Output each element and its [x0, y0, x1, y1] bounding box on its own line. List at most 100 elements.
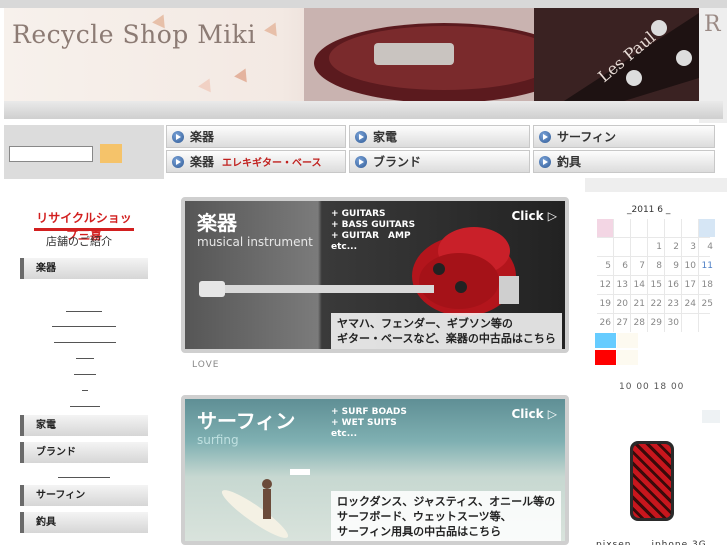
shop-intro-label: 店舗のご紹介: [46, 235, 112, 248]
nav-sub-label: エレキギター・ベース: [222, 158, 322, 169]
shop-logo-text: リサイクルショップ三喜: [34, 203, 134, 242]
calendar-day: 7: [631, 257, 647, 275]
calendar-day: 16: [665, 276, 681, 294]
calendar-day: 2: [665, 238, 681, 256]
guitar-header-image: Les Paul: [304, 8, 699, 101]
search-button[interactable]: [100, 144, 122, 163]
nav-brand[interactable]: ブランド: [349, 150, 530, 173]
banner-surfing[interactable]: サーフィン surfing + SURF BOADS + WET SUITS e…: [181, 395, 569, 545]
calendar-title: _2011 6 _: [627, 205, 671, 215]
play-circle-icon: ▷: [547, 407, 557, 421]
legend-label-box: [617, 333, 638, 348]
calendar-header: [665, 219, 681, 237]
nav-fishing[interactable]: 釣具: [533, 150, 715, 173]
calendar-day: 26: [597, 314, 613, 332]
maple-leaf-icon: [198, 75, 216, 93]
calendar-day: 17: [682, 276, 698, 294]
banner-musical-instrument[interactable]: 楽器 musical instrument + GUITARS + BASS G…: [181, 197, 569, 353]
banner-desc-line: サーフボード、ウェットスーツ等、: [337, 510, 512, 523]
banner-bullet: + GUITARS: [331, 209, 386, 219]
calendar-header: [648, 219, 664, 237]
sidebar-link-line[interactable]: [52, 326, 116, 327]
nav-surfing[interactable]: サーフィン: [533, 125, 715, 148]
banner-click-link[interactable]: Click ▷: [511, 407, 557, 421]
banner-bullet-list: + SURF BOADS + WET SUITS etc...: [331, 407, 407, 440]
product-caption[interactable]: pixsen iphone 3G: [596, 537, 707, 545]
calendar-day: [614, 238, 630, 256]
search-panel: [4, 125, 164, 179]
sidebar-item-brand[interactable]: ブランド: [20, 442, 148, 463]
calendar-header: [614, 219, 630, 237]
banner-description: ロックダンス、ジャスティス、オニール等の サーフボード、ウェットスーツ等、 サー…: [331, 491, 562, 541]
calendar-day: 15: [648, 276, 664, 294]
sidebar-link-line[interactable]: [66, 311, 102, 312]
shop-logo[interactable]: リサイクルショップ三喜 店舗のご紹介: [34, 203, 134, 253]
maple-leaf-icon: [264, 19, 282, 37]
nav-label: 楽器: [190, 130, 215, 144]
nav-label: ブランド: [373, 155, 422, 169]
calendar-day: 10: [682, 257, 698, 275]
calendar-day: 23: [665, 295, 681, 313]
sidebar-link-line[interactable]: [82, 390, 88, 391]
calendar-day: 6: [614, 257, 630, 275]
site-title[interactable]: Recycle Shop Miki: [12, 20, 256, 49]
right-header-strip: [585, 178, 727, 192]
nav-label: 釣具: [557, 155, 582, 169]
sidebar-item-gakki[interactable]: 楽器: [20, 258, 148, 279]
header-strip: [4, 101, 723, 119]
calendar-header: [631, 219, 647, 237]
sidebar-link-line[interactable]: [54, 342, 116, 343]
sidebar-item-fishing[interactable]: 釣具: [20, 512, 148, 533]
click-label: Click: [511, 407, 544, 421]
nav-gakki[interactable]: 楽器: [166, 125, 346, 148]
nav-label: サーフィン: [557, 130, 617, 144]
calendar-day: 29: [648, 314, 664, 332]
calendar-day: 20: [614, 295, 630, 313]
calendar-day: 14: [631, 276, 647, 294]
banner-bullet: + WET SUITS: [331, 418, 397, 428]
arrow-circle-icon: [539, 155, 551, 168]
love-text: LOVE: [192, 360, 220, 370]
calendar-day: [631, 238, 647, 256]
banner-bullet: + SURF BOADS: [331, 407, 407, 417]
arrow-circle-icon: [355, 155, 367, 168]
surfer-image: [221, 469, 310, 538]
iphone-case-image[interactable]: [630, 441, 674, 521]
arrow-circle-icon: [355, 130, 367, 143]
calendar-day: 11: [699, 257, 715, 275]
search-input[interactable]: [9, 146, 93, 162]
sidebar-item-surfing[interactable]: サーフィン: [20, 485, 148, 506]
sidebar-link-line[interactable]: [58, 477, 110, 478]
sidebar-link-line[interactable]: [76, 358, 94, 359]
calendar-day: 3: [682, 238, 698, 256]
maple-leaf-icon: [234, 65, 252, 83]
top-bar: [0, 0, 727, 8]
case-pattern: [633, 444, 671, 518]
calendar-grid: 1 2 3 4 5 6 7 8 9 10 11 12 13 14 15 16 17 18 19 20 21 22 23 24 2…: [597, 219, 715, 332]
sidebar-link-line[interactable]: [74, 374, 96, 375]
legend-label-box: [617, 350, 638, 365]
calendar-day: 12: [597, 276, 613, 294]
nav-electric-guitar[interactable]: 楽器 エレキギター・ベース: [166, 150, 346, 173]
sidebar-item-kaden[interactable]: 家電: [20, 415, 148, 436]
banner-desc-line: ヤマハ、フェンダー、ギブソン等の: [337, 317, 513, 330]
arrow-circle-icon: [172, 155, 184, 168]
banner-bullet: etc...: [331, 429, 357, 439]
calendar-day: 5: [597, 257, 613, 275]
legend-color-box: [595, 350, 616, 365]
arrow-circle-icon: [539, 130, 551, 143]
calendar-day: 18: [699, 276, 715, 294]
calendar-day: 24: [682, 295, 698, 313]
calendar-day: 21: [631, 295, 647, 313]
sidebar-link-line[interactable]: [70, 406, 100, 407]
banner-description: ヤマハ、フェンダー、ギブソン等の ギター・ベースなど、楽器の中古品はこちら: [331, 313, 562, 349]
calendar-day: 19: [597, 295, 613, 313]
banner-desc-line: サーフィン用具の中古品はこちら: [337, 525, 502, 538]
legend-color-box: [595, 333, 616, 348]
calendar-day: 9: [665, 257, 681, 275]
calendar-day: 25: [699, 295, 715, 313]
small-box: [702, 410, 720, 423]
calendar-header-saturday: [699, 219, 715, 237]
calendar-day: 1: [648, 238, 664, 256]
nav-kaden[interactable]: 家電: [349, 125, 530, 148]
